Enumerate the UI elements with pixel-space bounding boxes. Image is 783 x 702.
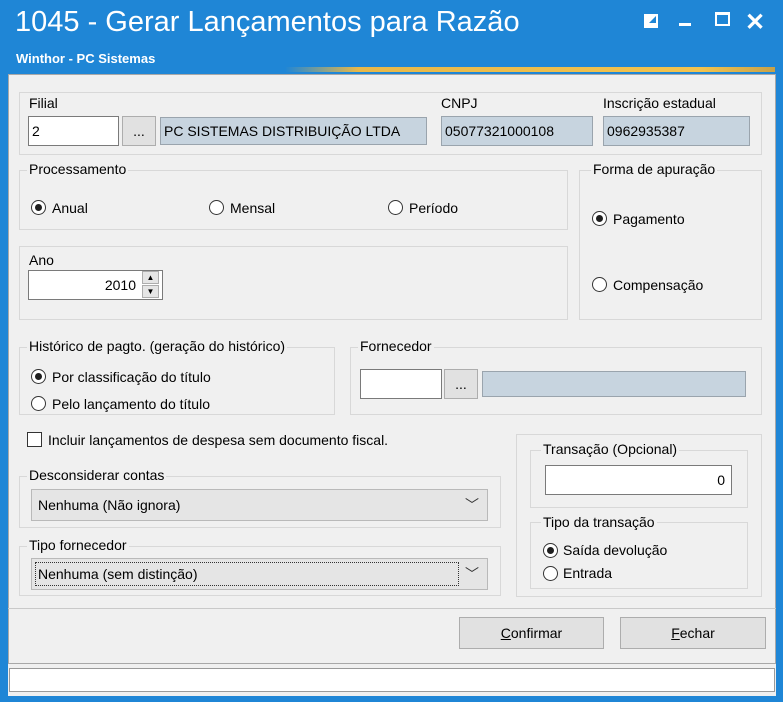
fechar-hotkey: F [671, 625, 680, 641]
radio-entrada-label[interactable]: Entrada [563, 565, 612, 581]
forma-apuracao-group [579, 170, 762, 320]
incluir-checkbox[interactable] [27, 432, 42, 447]
close-icon[interactable]: ✕ [745, 8, 765, 37]
radio-mensal-label[interactable]: Mensal [230, 200, 275, 216]
cnpj-label: CNPJ [441, 95, 478, 111]
fornecedor-name-field [482, 371, 746, 397]
radio-mensal[interactable] [209, 200, 224, 215]
transacao-input[interactable]: 0 [545, 465, 732, 495]
restore-icon[interactable] [644, 14, 658, 28]
radio-pagamento[interactable] [592, 211, 607, 226]
processamento-legend: Processamento [27, 161, 129, 177]
spin-up-icon[interactable]: ▲ [142, 271, 159, 284]
ano-label: Ano [29, 252, 54, 268]
confirmar-button[interactable]: Confirmar [459, 617, 604, 649]
button-bar-divider [8, 608, 776, 609]
radio-compensacao[interactable] [592, 277, 607, 292]
radio-por-classificacao-label[interactable]: Por classificação do título [52, 369, 211, 385]
title-bar[interactable]: 1045 - Gerar Lançamentos para Razão Wint… [0, 0, 783, 74]
chevron-down-icon[interactable]: ﹀ [465, 559, 479, 589]
desconsiderar-selected-value: Nenhuma (Não ignora) [38, 497, 181, 513]
radio-entrada[interactable] [543, 566, 558, 581]
cnpj-field: 05077321000108 [441, 116, 593, 146]
forma-apuracao-legend: Forma de apuração [591, 161, 718, 177]
radio-pagamento-label[interactable]: Pagamento [613, 211, 685, 227]
processamento-group [19, 170, 568, 230]
desconsiderar-legend: Desconsiderar contas [27, 467, 167, 483]
chevron-down-icon[interactable]: ﹀ [465, 490, 479, 520]
window-title: 1045 - Gerar Lançamentos para Razão [15, 6, 520, 38]
incluir-checkbox-label[interactable]: Incluir lançamentos de despesa sem docum… [48, 432, 388, 448]
status-bar [9, 668, 775, 692]
radio-saida-devolucao-label[interactable]: Saída devolução [563, 542, 667, 558]
tipo-fornecedor-selected-value: Nenhuma (sem distinção) [35, 562, 459, 586]
maximize-icon[interactable] [715, 12, 730, 26]
window-subtitle: Winthor - PC Sistemas [16, 51, 156, 66]
radio-por-classificacao[interactable] [31, 369, 46, 384]
confirmar-hotkey: C [500, 625, 511, 641]
inscricao-label: Inscrição estadual [603, 95, 716, 111]
historico-legend: Histórico de pagto. (geração do históric… [27, 338, 288, 354]
fornecedor-code-input[interactable] [360, 369, 442, 399]
minimize-icon[interactable] [679, 23, 691, 26]
spin-down-icon[interactable]: ▼ [142, 285, 159, 298]
tipo-transacao-legend: Tipo da transação [541, 514, 657, 530]
filial-code-input[interactable]: 2 [28, 116, 119, 146]
radio-anual[interactable] [31, 200, 46, 215]
fornecedor-legend: Fornecedor [358, 338, 434, 354]
filial-label: Filial [29, 95, 58, 111]
filial-lookup-button[interactable]: ... [122, 116, 156, 146]
filial-name-field: PC SISTEMAS DISTRIBUIÇÃO LTDA [160, 117, 427, 145]
desconsiderar-select[interactable]: Nenhuma (Não ignora) ﹀ [31, 489, 488, 521]
radio-pelo-lancamento[interactable] [31, 396, 46, 411]
radio-pelo-lancamento-label[interactable]: Pelo lançamento do título [52, 396, 210, 412]
radio-saida-devolucao[interactable] [543, 543, 558, 558]
tipo-fornecedor-legend: Tipo fornecedor [27, 537, 129, 553]
radio-periodo-label[interactable]: Período [409, 200, 458, 216]
tipo-fornecedor-select[interactable]: Nenhuma (sem distinção) ﹀ [31, 558, 488, 590]
fechar-button[interactable]: Fechar [620, 617, 766, 649]
confirmar-label: onfirmar [510, 625, 563, 641]
radio-compensacao-label[interactable]: Compensação [613, 277, 703, 293]
radio-periodo[interactable] [388, 200, 403, 215]
transacao-legend: Transação (Opcional) [541, 441, 680, 457]
fechar-label: echar [679, 625, 715, 641]
inscricao-field: 0962935387 [603, 116, 750, 146]
title-decoration-stripe [285, 67, 775, 72]
fornecedor-lookup-button[interactable]: ... [444, 369, 478, 399]
radio-anual-label[interactable]: Anual [52, 200, 88, 216]
application-window: 1045 - Gerar Lançamentos para Razão Wint… [0, 0, 783, 702]
